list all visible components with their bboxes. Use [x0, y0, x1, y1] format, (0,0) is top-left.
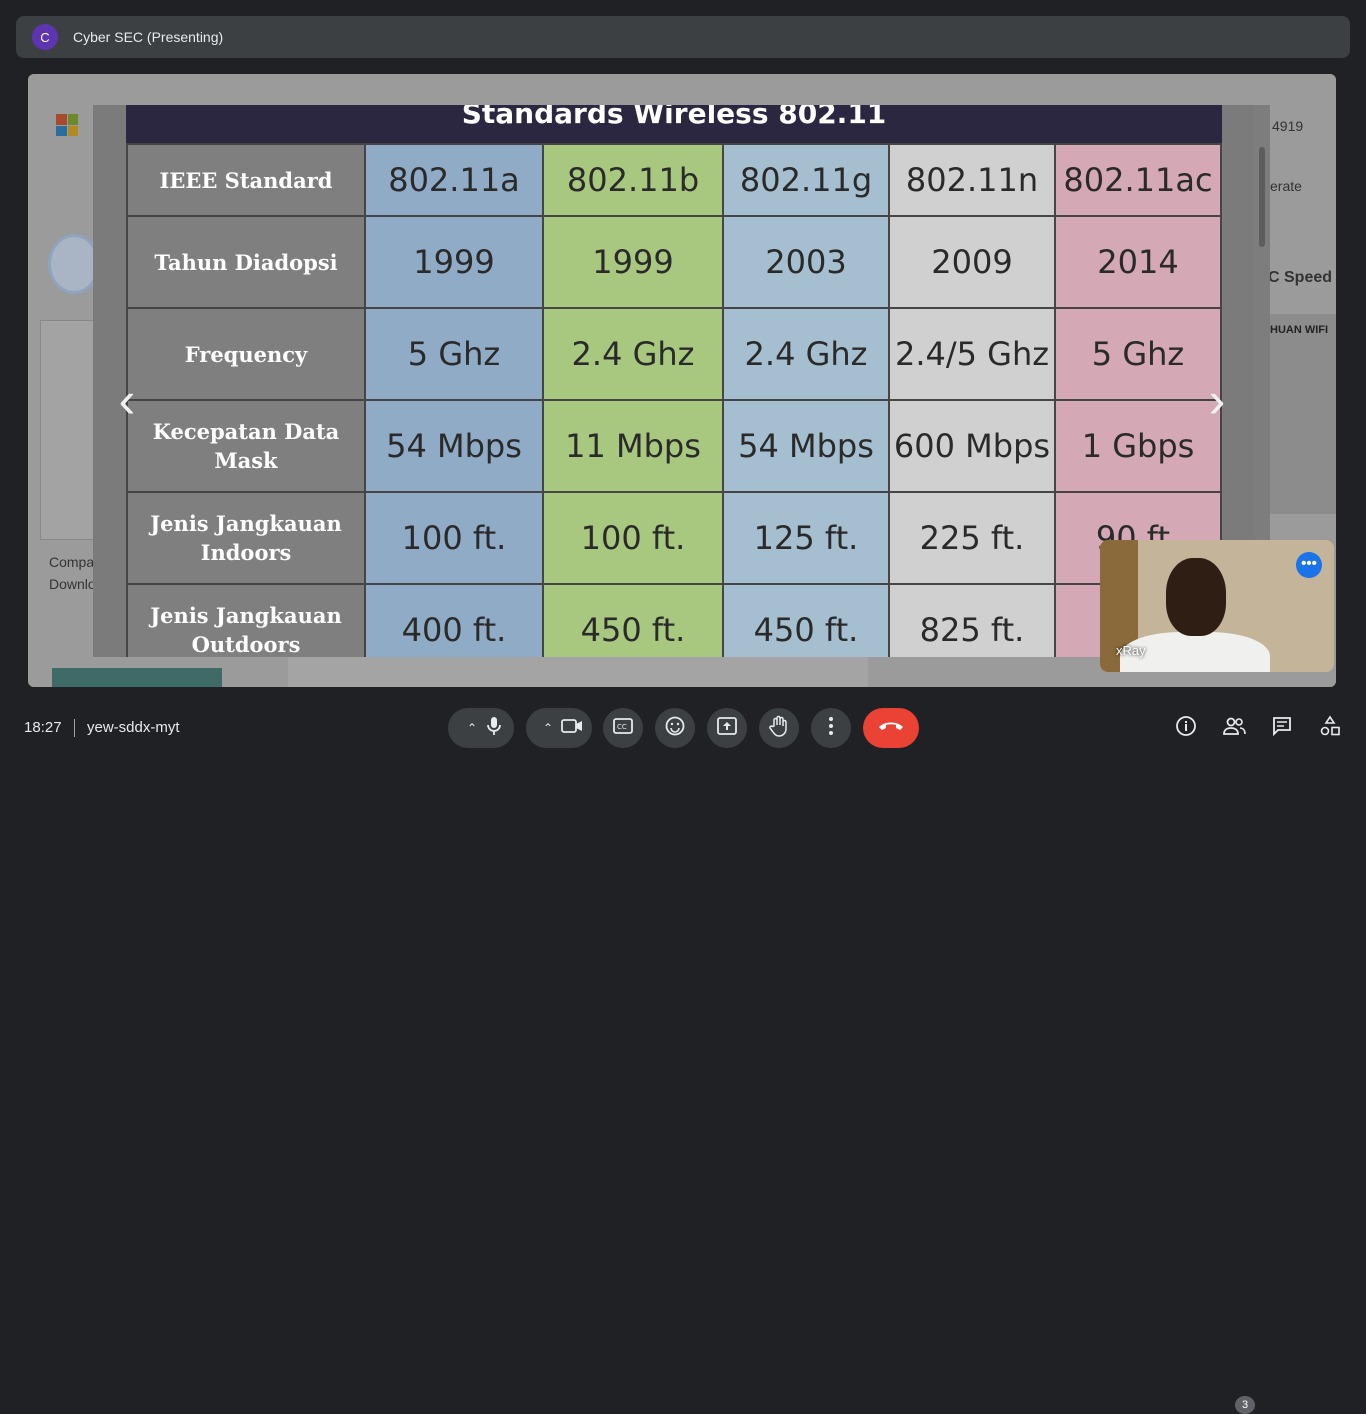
background-panel — [1266, 314, 1336, 514]
scrollbar-thumb[interactable] — [1259, 147, 1265, 247]
camera-icon[interactable] — [561, 718, 583, 739]
more-options-button[interactable] — [811, 708, 851, 748]
chevron-up-icon[interactable]: ⌃ — [535, 721, 561, 735]
more-horiz-icon[interactable]: ••• — [1296, 552, 1322, 578]
table-row: Jenis Jangkauan Indoors 100 ft. 100 ft. 125… — [126, 491, 1222, 585]
background-text: 4919 — [1272, 118, 1304, 134]
table-cell: 54 Mbps — [722, 399, 890, 493]
table-cell: 54 Mbps — [364, 399, 544, 493]
activities-button[interactable] — [1314, 708, 1346, 748]
present-screen-icon — [717, 716, 737, 740]
table-row: IEEE Standard 802.11a 802.11b 802.11g 802.11… — [126, 143, 1222, 217]
row-label: Frequency — [126, 307, 366, 401]
row-label: IEEE Standard — [126, 143, 366, 217]
camera-control: ⌃ — [526, 708, 592, 748]
background-text: C Speed — [1268, 269, 1333, 286]
background-text: HUAN WIFI — [1270, 324, 1329, 336]
presenter-bar: C Cyber SEC (Presenting) — [16, 16, 1350, 58]
captions-button[interactable]: CC — [603, 708, 643, 748]
svg-text:CC: CC — [617, 723, 627, 731]
slide: Standards Wireless 802.11 IEEE Standard 8… — [126, 105, 1222, 657]
end-call-icon — [878, 719, 904, 737]
raise-hand-icon — [769, 715, 789, 742]
wifi-standards-table: IEEE Standard 802.11a 802.11b 802.11g 802.11… — [126, 143, 1222, 657]
self-view-name: xRay — [1116, 643, 1146, 658]
table-cell: 11 Mbps — [542, 399, 724, 493]
table-cell: 802.11g — [722, 143, 890, 217]
emoji-button[interactable] — [655, 708, 695, 748]
table-cell: 450 ft. — [722, 583, 890, 657]
row-label: Jenis Jangkauan Outdoors — [126, 583, 366, 657]
chevron-right-icon[interactable]: › — [1197, 375, 1237, 429]
meeting-time: 18:27 — [24, 719, 62, 736]
table-cell: 600 Mbps — [888, 399, 1056, 493]
table-cell: 802.11b — [542, 143, 724, 217]
table-cell: 802.11n — [888, 143, 1056, 217]
meeting-code: yew-sddx-myt — [87, 719, 180, 736]
background-text: erate — [1270, 178, 1302, 194]
table-cell: 100 ft. — [542, 491, 724, 585]
table-row: Frequency 5 Ghz 2.4 Ghz 2.4 Ghz 2.4/5 Ghz 5 G… — [126, 307, 1222, 401]
microphone-icon[interactable] — [485, 716, 503, 741]
background-banner — [52, 668, 222, 687]
background-text: Downlo — [49, 576, 96, 592]
table-row: Kecepatan Data Mask 54 Mbps 11 Mbps 54 Mbps… — [126, 399, 1222, 493]
table-cell: 125 ft. — [722, 491, 890, 585]
table-cell: 225 ft. — [888, 491, 1056, 585]
shared-screen: 4919 erate C Speed HUAN WIFI Compa Downl… — [28, 74, 1336, 687]
self-view-tile[interactable]: xRay ••• — [1100, 540, 1334, 672]
participant-count-badge: 3 — [1235, 1396, 1255, 1414]
table-cell: 825 ft. — [888, 583, 1056, 657]
table-cell: 100 ft. — [364, 491, 544, 585]
row-label: Tahun Diadopsi — [126, 215, 366, 309]
more-vert-icon — [828, 716, 834, 741]
chat-button[interactable] — [1266, 708, 1298, 748]
video-person-head — [1166, 558, 1226, 636]
table-cell: 1999 — [542, 215, 724, 309]
row-label: Jenis Jangkauan Indoors — [126, 491, 366, 585]
raise-hand-button[interactable] — [759, 708, 799, 748]
row-label: Kecepatan Data Mask — [126, 399, 366, 493]
microsoft-logo-icon — [56, 114, 78, 136]
captions-icon: CC — [613, 717, 633, 739]
table-row: Tahun Diadopsi 1999 1999 2003 2009 2014 — [126, 215, 1222, 309]
table-cell: 2.4 Ghz — [542, 307, 724, 401]
slide-viewer: Standards Wireless 802.11 IEEE Standard 8… — [93, 105, 1270, 657]
activities-icon — [1319, 715, 1341, 742]
table-cell: 802.11a — [364, 143, 544, 217]
mic-control: ⌃ — [448, 708, 514, 748]
divider — [74, 719, 75, 737]
table-cell: 450 ft. — [542, 583, 724, 657]
background-text: Compa — [49, 554, 95, 570]
table-cell: 2.4 Ghz — [722, 307, 890, 401]
table-cell: 2014 — [1054, 215, 1222, 309]
table-cell: 400 ft. — [364, 583, 544, 657]
chevron-left-icon[interactable]: ‹ — [107, 375, 147, 429]
emoji-icon — [665, 716, 685, 741]
slide-title: Standards Wireless 802.11 — [126, 105, 1222, 143]
table-cell: 2003 — [722, 215, 890, 309]
presenter-avatar: C — [32, 24, 58, 50]
people-icon — [1222, 717, 1246, 740]
table-cell: 802.11ac — [1054, 143, 1222, 217]
table-row: Jenis Jangkauan Outdoors 400 ft. 450 ft. 45… — [126, 583, 1222, 657]
table-cell: 1999 — [364, 215, 544, 309]
people-button[interactable] — [1218, 708, 1250, 748]
meeting-details-button[interactable] — [1170, 708, 1202, 748]
end-call-button[interactable] — [863, 708, 919, 748]
presenter-name: Cyber SEC (Presenting) — [73, 29, 224, 45]
chat-icon — [1272, 716, 1292, 741]
table-cell: 2.4/5 Ghz — [888, 307, 1056, 401]
present-button[interactable] — [707, 708, 747, 748]
table-cell: 5 Ghz — [364, 307, 544, 401]
chevron-up-icon[interactable]: ⌃ — [459, 721, 485, 735]
control-bar: 18:27 yew-sddx-myt ⌃ ⌃ CC 3 — [0, 700, 1366, 1414]
info-icon — [1175, 715, 1197, 742]
table-cell: 2009 — [888, 215, 1056, 309]
